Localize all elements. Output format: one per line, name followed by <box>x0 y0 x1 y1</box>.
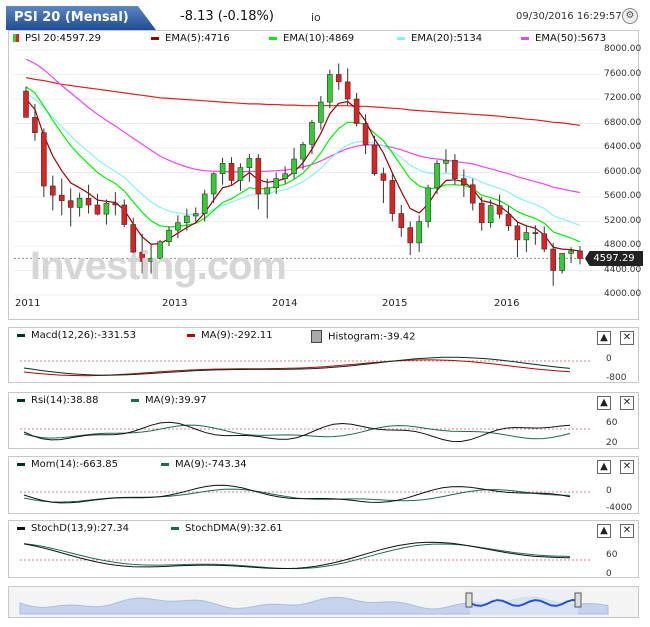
stoch-tick-0: 60 <box>606 550 618 560</box>
rsi-tick-1: 20 <box>606 438 618 448</box>
legend-ema20: EMA(20):5134 <box>411 33 483 44</box>
stoch-legend-1: StochD(13,9):27.34 <box>17 523 129 534</box>
stoch-swatch <box>17 526 25 530</box>
x-tick-label: 2016 <box>494 298 520 309</box>
mom-ma-label: MA(9):-743.34 <box>175 459 247 470</box>
x-tick-label: 2011 <box>15 298 41 309</box>
ema50-swatch <box>521 36 529 40</box>
macd-legend-3: Histogram:-39.42 <box>311 330 415 343</box>
rsi-ma-swatch <box>131 398 139 402</box>
stoch-tick-1: 0 <box>606 569 612 579</box>
symbol-tab[interactable]: PSI 20 (Mensal) <box>6 6 156 30</box>
timestamp: 09/30/2016 16:29:57 <box>516 11 622 22</box>
mom-tick-1: -4000 <box>606 503 633 513</box>
y-tick-label: 6800.00 <box>604 117 642 128</box>
y-tick-label: 8000.00 <box>604 44 642 54</box>
rsi-ma-label: MA(9):39.97 <box>145 395 207 406</box>
momentum-panel: Mom(14):-663.85 MA(9):-743.34 ▲ ✕ 0 -400… <box>8 456 639 514</box>
psi-swatch <box>13 34 19 42</box>
settings-gear-icon[interactable]: ⚙ <box>622 8 638 24</box>
rsi-swatch <box>17 398 25 402</box>
histogram-swatch <box>311 330 322 343</box>
y-tick-label: 4400.00 <box>604 264 642 275</box>
source-label: io <box>311 11 321 24</box>
current-price-tag: 4597.29 <box>585 251 643 266</box>
legend-ema50: EMA(50):5673 <box>535 33 607 44</box>
legend-ema10-wrap: EMA(10):4869 <box>269 33 354 44</box>
macd-legend-1: Macd(12,26):-331.53 <box>17 330 136 341</box>
macd-panel: Macd(12,26):-331.53 MA(9):-292.11 Histog… <box>8 327 639 383</box>
y-tick-label: 7200.00 <box>604 93 642 103</box>
mom-collapse-button[interactable]: ▲ <box>597 460 611 474</box>
rsi-label: Rsi(14):38.88 <box>31 395 99 406</box>
rsi-tick-0: 60 <box>606 418 618 428</box>
legend-ema50-wrap: EMA(50):5673 <box>521 33 606 44</box>
mom-swatch <box>17 462 25 466</box>
macd-tick-1: -800 <box>606 373 627 383</box>
legend-ema5-wrap: EMA(5):4716 <box>151 33 230 44</box>
x-tick-label: 2015 <box>382 298 408 309</box>
stoch-collapse-button[interactable]: ▲ <box>597 524 611 538</box>
ema10-swatch <box>269 36 277 40</box>
legend-ema10: EMA(10):4869 <box>283 33 355 44</box>
y-tick-label: 6400.00 <box>604 142 642 152</box>
watermark: Investing.com <box>30 244 287 288</box>
ema20-swatch <box>397 36 405 40</box>
macd-ma-label: MA(9):-292.11 <box>201 330 273 341</box>
mom-tick-0: 0 <box>606 486 612 496</box>
y-tick-label: 7600.00 <box>604 68 642 79</box>
stoch-close-button[interactable]: ✕ <box>620 524 634 538</box>
rsi-panel: Rsi(14):38.88 MA(9):39.97 ▲ ✕ 60 20 <box>8 392 639 449</box>
y-tick-label: 5200.00 <box>604 215 642 226</box>
stochastic-panel: StochD(13,9):27.34 StochDMA(9):32.61 ▲ ✕… <box>8 520 639 579</box>
macd-collapse-button[interactable]: ▲ <box>597 331 611 345</box>
stoch-ma-swatch <box>171 526 179 530</box>
rsi-close-button[interactable]: ✕ <box>620 396 634 410</box>
macd-swatch <box>17 333 25 337</box>
mom-close-button[interactable]: ✕ <box>620 460 634 474</box>
stoch-label: StochD(13,9):27.34 <box>31 523 129 534</box>
navigator-panel[interactable] <box>8 586 639 618</box>
macd-legend-2: MA(9):-292.11 <box>187 330 273 341</box>
mom-label: Mom(14):-663.85 <box>31 459 118 470</box>
mom-legend-1: Mom(14):-663.85 <box>17 459 118 470</box>
rsi-collapse-button[interactable]: ▲ <box>597 396 611 410</box>
macd-ma-swatch <box>187 333 195 337</box>
x-tick-label: 2014 <box>272 298 298 309</box>
legend-ema20-wrap: EMA(20):5134 <box>397 33 482 44</box>
y-tick-label: 5600.00 <box>604 191 642 201</box>
y-tick-label: 6000.00 <box>604 166 642 177</box>
mom-legend-2: MA(9):-743.34 <box>161 459 247 470</box>
macd-label: Macd(12,26):-331.53 <box>31 330 136 341</box>
y-tick-label: 4000.00 <box>604 289 642 299</box>
mom-ma-swatch <box>161 462 169 466</box>
y-tick-label: 4800.00 <box>604 240 642 250</box>
stoch-ma-label: StochDMA(9):32.61 <box>185 523 283 534</box>
top-bar: PSI 20 (Mensal) -8.13 (-0.18%) io 09/30/… <box>0 0 650 32</box>
macd-close-button[interactable]: ✕ <box>620 331 634 345</box>
rsi-legend-1: Rsi(14):38.88 <box>17 395 98 406</box>
macd-tick-0: 0 <box>606 354 612 364</box>
main-legend: PSI 20:4597.29 <box>13 33 101 44</box>
x-tick-label: 2013 <box>162 298 188 309</box>
histogram-label: Histogram:-39.42 <box>328 331 416 343</box>
price-change: -8.13 (-0.18%) <box>180 9 274 24</box>
legend-psi: PSI 20:4597.29 <box>25 33 101 44</box>
stoch-legend-2: StochDMA(9):32.61 <box>171 523 283 534</box>
ema5-swatch <box>151 36 159 40</box>
legend-ema5: EMA(5):4716 <box>165 33 230 44</box>
rsi-legend-2: MA(9):39.97 <box>131 395 207 406</box>
